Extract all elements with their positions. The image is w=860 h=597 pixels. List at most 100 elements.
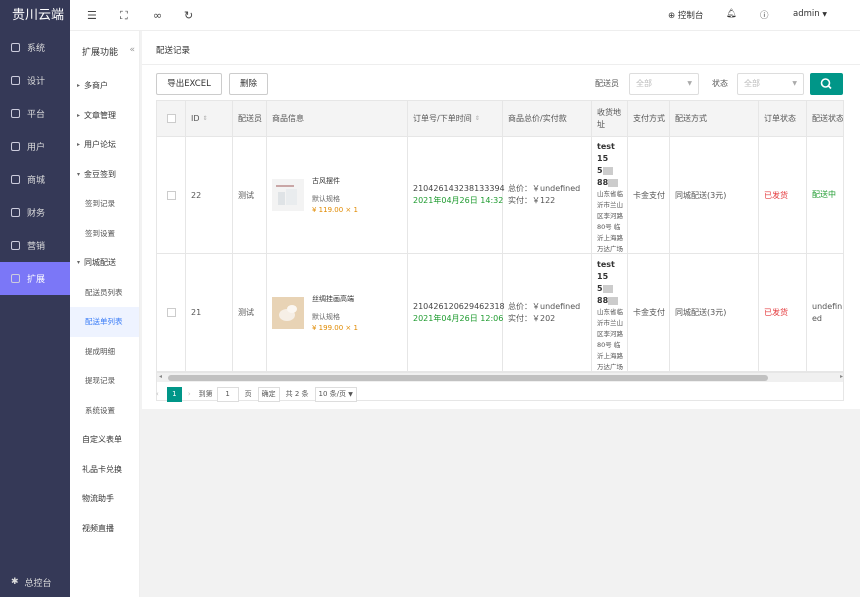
bell-icon[interactable]: 🔔︎	[726, 9, 737, 19]
export-excel-button[interactable]: 导出EXCEL	[156, 73, 222, 95]
scroll-right-icon[interactable]: ▸	[840, 373, 843, 380]
user-icon	[11, 142, 20, 151]
scrollbar-thumb[interactable]	[168, 375, 768, 381]
total-info: 总价：￥undefined 实付：￥202	[508, 301, 580, 325]
subnav-item-7[interactable]: 配送员列表	[70, 278, 139, 308]
help-icon[interactable]: ⓘ	[760, 9, 769, 21]
fullscreen-icon[interactable]: ⛶	[120, 9, 128, 23]
masked-phone	[608, 179, 619, 187]
divider	[142, 64, 860, 65]
subnav-item-6[interactable]: ▾ 同城配送	[70, 248, 139, 278]
grid-icon	[11, 274, 20, 283]
search-button[interactable]	[810, 73, 843, 95]
col-delivery: 配送状态	[807, 101, 843, 136]
delivery-table: ID ⇕ 配送员 商品信息 订单号/下单时间 ⇕ 商品总价/实付款 收货地址 支付方…	[156, 100, 844, 401]
subnav-item-4[interactable]: 签到记录	[70, 189, 139, 219]
sidebar-item-label: 扩展	[27, 275, 46, 285]
console-link[interactable]: ⊕ 控制台	[668, 9, 703, 21]
subnav-item-13[interactable]: 礼品卡兑换	[70, 455, 139, 485]
prev-page-icon[interactable]: ‹	[156, 390, 159, 398]
col-order[interactable]: 订单号/下单时间 ⇕	[408, 101, 503, 136]
goods-name: 丝绸挂画高端	[312, 294, 354, 303]
sidebar-item-label: 平台	[27, 110, 46, 120]
wallet-icon	[11, 208, 20, 217]
table-row[interactable]: 21 测试 丝绸挂画高端 默认规格 ¥ 199.00 × 1 21042612062946…	[157, 254, 843, 372]
sidebar-item-3[interactable]: 用户	[0, 130, 70, 163]
pagination: ‹ 1 › 到第 1 页 确定 共 2 条 10 条/页 ▼	[156, 384, 363, 404]
subnav-item-2[interactable]: ▸ 用户论坛	[70, 130, 139, 160]
brand-logo: 贵川云端	[12, 8, 65, 23]
subnav-item-11[interactable]: 系统设置	[70, 396, 139, 426]
cell-goods: 古风摆件 默认规格 ¥ 119.00 × 1	[267, 137, 408, 253]
subnav-item-10[interactable]: 提现记录	[70, 366, 139, 396]
goods-info: 古风摆件 默认规格 ¥ 119.00 × 1	[312, 176, 358, 214]
courier-filter-label: 配送员	[595, 79, 619, 88]
sidebar-footer-console[interactable]: ✱ 总控台	[0, 571, 70, 593]
subnav-item-5[interactable]: 签到设置	[70, 219, 139, 249]
subnav-item-14[interactable]: 物流助手	[70, 484, 139, 514]
subnav-item-8[interactable]: 配送单列表	[70, 307, 139, 337]
address-info: test 15 5 88 山东省临 沂市兰山 区李河路 80号 临沂上海路 万达广场	[597, 135, 627, 255]
subnav-item-label: 签到设置	[85, 228, 115, 238]
order-info: 210426143238133394 2021年04月26日 14:32	[413, 183, 505, 207]
delete-button[interactable]: 删除	[229, 73, 268, 95]
sidebar-item-1[interactable]: 设计	[0, 64, 70, 97]
status-select[interactable]: 全部 ▼	[737, 73, 804, 95]
next-page-icon[interactable]: ›	[188, 390, 191, 398]
main-sidebar: 贵川云端 系统 设计平台用户 商城 财务 营销扩展 ✱ 总控台	[0, 0, 70, 597]
subnav-item-15[interactable]: 视频直播	[70, 514, 139, 544]
subnav-item-1[interactable]: ▸ 文章管理	[70, 101, 139, 131]
subnav-item-9[interactable]: 提成明细	[70, 337, 139, 367]
subnav-item-12[interactable]: 自定义表单	[70, 425, 139, 455]
page-title: 配送记录	[156, 46, 191, 56]
address-line: 沂上海路	[597, 234, 623, 242]
table-row[interactable]: 22 测试 古风摆件 默认规格 ¥ 119.00 × 1 2104261432381333…	[157, 135, 843, 255]
scroll-left-icon[interactable]: ◂	[159, 373, 162, 380]
refresh-icon[interactable]: ↻	[184, 9, 193, 22]
total-price: 总价：￥undefined	[508, 301, 581, 311]
sidebar-item-6[interactable]: 营销	[0, 229, 70, 262]
goods-price: ¥ 119.00 × 1	[312, 206, 358, 214]
cell-pay: 卡金支付	[628, 254, 670, 371]
subnav-item-0[interactable]: ▸ 多商户	[70, 71, 139, 101]
row-checkbox[interactable]	[166, 190, 176, 200]
sidebar-item-5[interactable]: 财务	[0, 196, 70, 229]
subnav-item-label: 配送员列表	[85, 287, 123, 297]
cell-total: 总价：￥undefined 实付：￥202	[503, 254, 592, 371]
subnav-item-label: 礼品卡兑换	[82, 464, 122, 474]
select-all-checkbox[interactable]	[166, 114, 176, 123]
col-id[interactable]: ID ⇕	[186, 101, 233, 136]
gear-icon	[11, 43, 20, 52]
page-input[interactable]: 1	[216, 386, 239, 402]
address-line: 区李河路	[597, 212, 623, 220]
subnav-item-label: 物流助手	[82, 494, 114, 504]
sidebar-item-2[interactable]: 平台	[0, 97, 70, 130]
goods-info: 丝绸挂画高端 默认规格 ¥ 199.00 × 1	[312, 294, 358, 332]
col-ship: 配送方式	[670, 101, 759, 136]
subnav-item-label: 提现记录	[85, 376, 115, 386]
sidebar-item-7[interactable]: 扩展	[0, 262, 70, 295]
per-page-select[interactable]: 10 条/页 ▼	[314, 386, 357, 402]
user-menu[interactable]: admin ▼	[793, 9, 827, 19]
collapse-icon[interactable]: «	[129, 45, 135, 55]
subnav-item-3[interactable]: ▾ 金豆签到	[70, 160, 139, 190]
link-icon[interactable]: ∞	[153, 9, 162, 22]
courier-select[interactable]: 全部 ▼	[629, 73, 699, 95]
horizontal-scrollbar[interactable]: ◂ ▸	[157, 372, 843, 382]
cell-check	[157, 137, 186, 253]
menu-icon[interactable]: ☰	[87, 9, 97, 22]
sidebar-item-4[interactable]: 商城	[0, 163, 70, 196]
sort-icon[interactable]: ⇕	[475, 115, 480, 122]
sort-icon[interactable]: ⇕	[203, 115, 208, 122]
goods-name: 古风摆件	[312, 177, 340, 185]
goto-confirm-button[interactable]: 确定	[257, 386, 280, 402]
sidebar-item-0[interactable]: 系统	[0, 31, 70, 64]
cell-delivery: undefined	[807, 254, 843, 371]
table-header: ID ⇕ 配送员 商品信息 订单号/下单时间 ⇕ 商品总价/实付款 收货地址 支付方…	[157, 101, 843, 137]
monitor-icon	[11, 76, 20, 85]
page-1-button[interactable]: 1	[166, 386, 182, 402]
address-info: test 15 5 88 山东省临 沂市兰山 区李河路 80号 临沂上海路 万达广场	[597, 253, 627, 373]
cell-address: test 15 5 88 山东省临 沂市兰山 区李河路 80号 临沂上海路 万达广场	[592, 254, 628, 371]
row-checkbox[interactable]	[166, 308, 176, 317]
delivery-status: undefined	[812, 301, 843, 323]
